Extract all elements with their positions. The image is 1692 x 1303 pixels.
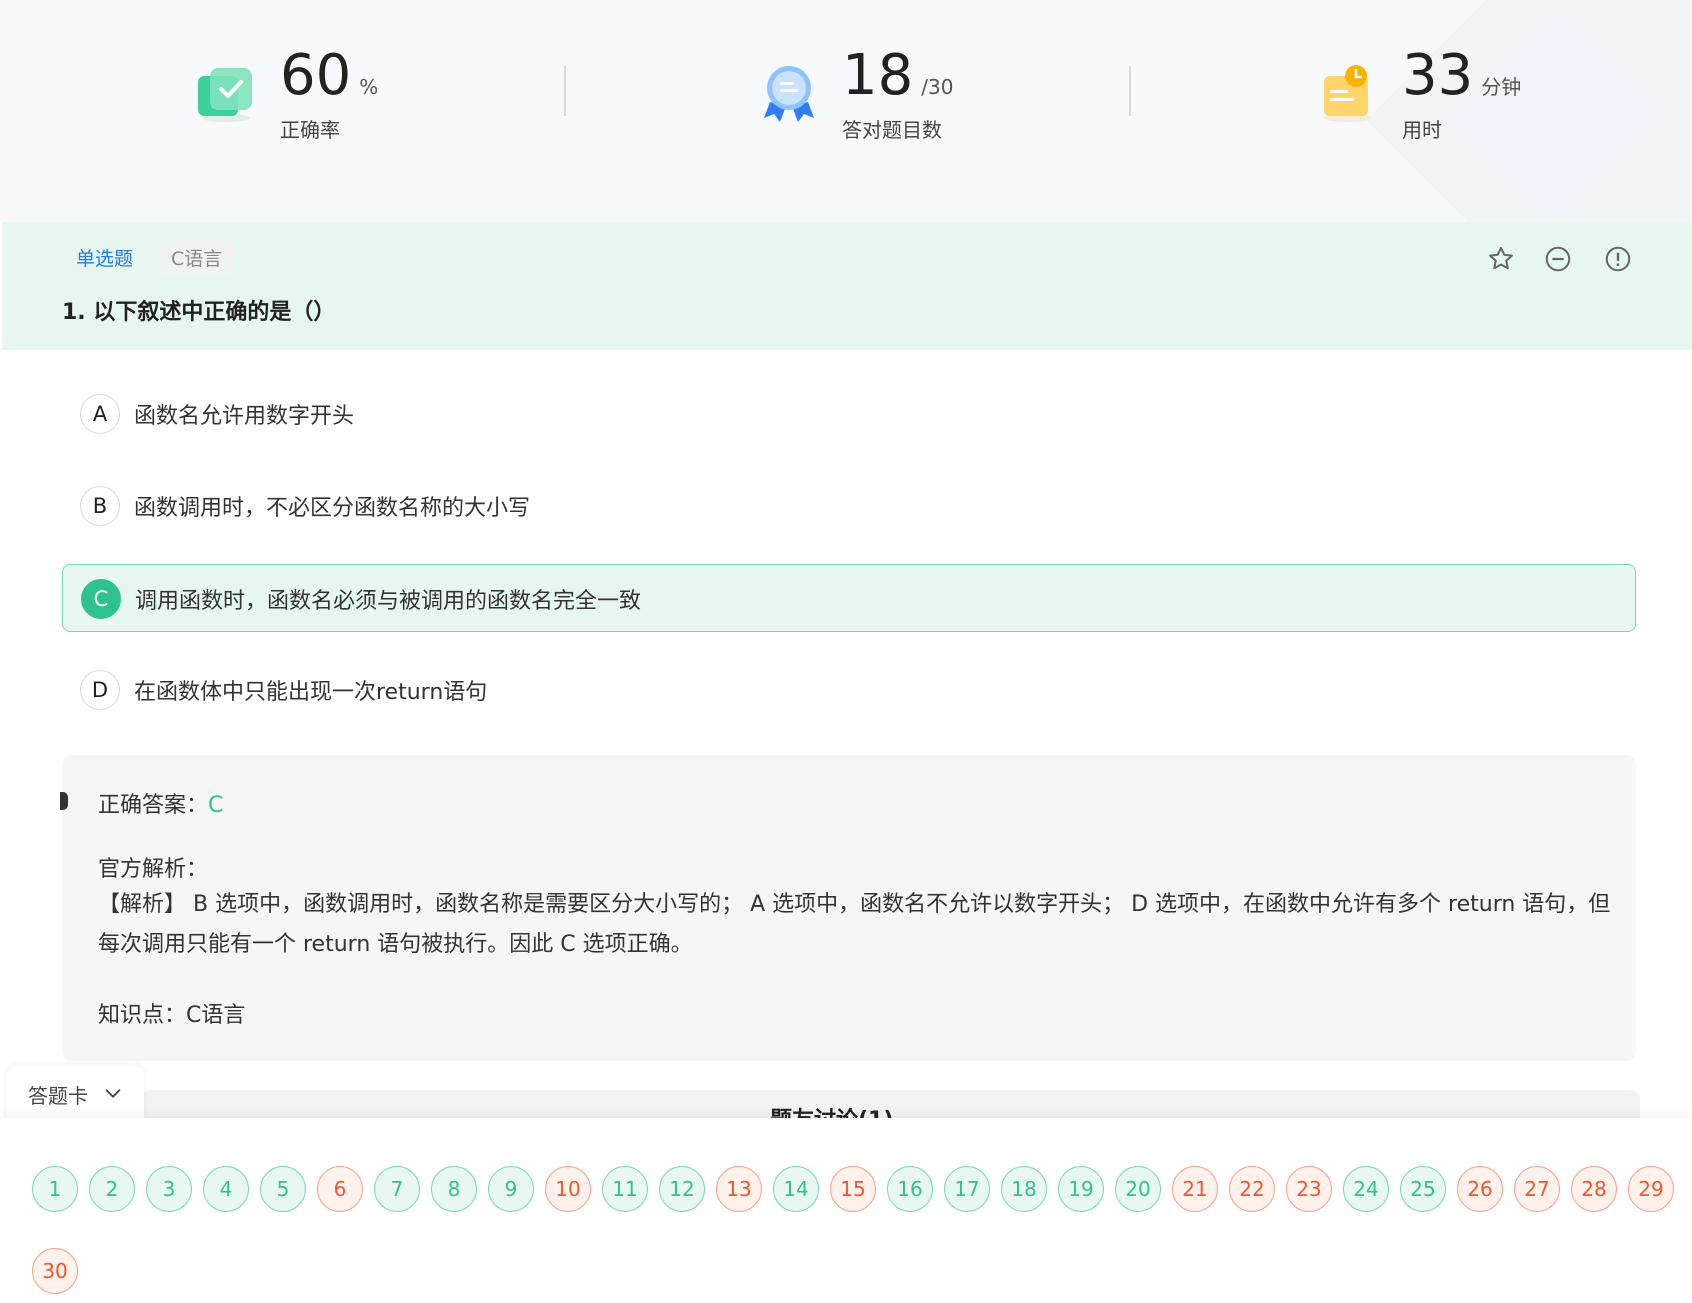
time-used-unit: 分钟 xyxy=(1481,75,1522,99)
time-used-label: 用时 xyxy=(1402,118,1442,142)
knowledge-point: 知识点：C语言 xyxy=(98,1003,246,1028)
correct-answer-label: 正确答案： xyxy=(98,793,209,818)
answer-card-item[interactable]: 14 xyxy=(773,1166,819,1212)
answer-analysis-panel: 正确答案：C 官方解析： 【解析】 B 选项中，函数调用时，函数名称是需要区分大… xyxy=(60,755,1636,1061)
official-analysis-label: 官方解析： xyxy=(98,857,209,882)
option-text: 函数调用时，不必区分函数名称的大小写 xyxy=(134,496,531,521)
question-header: 单选题 C语言 1. 以下叙述中正确的是（） xyxy=(2,222,1692,350)
option-letter: B xyxy=(80,486,120,526)
answer-card-item[interactable]: 7 xyxy=(374,1166,420,1212)
answer-card-item[interactable]: 18 xyxy=(1001,1166,1047,1212)
answer-card-item[interactable]: 22 xyxy=(1229,1166,1275,1212)
stats-divider xyxy=(564,66,566,116)
option-a[interactable]: A 函数名允许用数字开头 xyxy=(62,380,1636,448)
time-used-value: 33 xyxy=(1402,43,1474,108)
answer-card-item[interactable]: 5 xyxy=(260,1166,306,1212)
option-text: 函数名允许用数字开头 xyxy=(134,404,355,429)
answer-card-item[interactable]: 6 xyxy=(317,1166,363,1212)
question-type-tag: 单选题 xyxy=(64,242,146,276)
option-letter: A xyxy=(80,394,120,434)
answer-card-item[interactable]: 21 xyxy=(1172,1166,1218,1212)
answer-card-item[interactable]: 29 xyxy=(1628,1166,1674,1212)
answer-card-item[interactable]: 25 xyxy=(1400,1166,1446,1212)
minus-circle-icon[interactable] xyxy=(1543,244,1573,274)
answer-card-item[interactable]: 11 xyxy=(602,1166,648,1212)
stats-divider xyxy=(1129,66,1131,116)
correct-count-value: 18 xyxy=(842,43,914,108)
option-c[interactable]: C 调用函数时，函数名必须与被调用的函数名完全一致 xyxy=(62,564,1636,632)
option-letter: D xyxy=(80,670,120,710)
answer-card-item[interactable]: 10 xyxy=(545,1166,591,1212)
option-b[interactable]: B 函数调用时，不必区分函数名称的大小写 xyxy=(62,472,1636,540)
accuracy-value: 60 xyxy=(280,43,352,108)
correct-count-label: 答对题目数 xyxy=(842,118,942,142)
stats-header: 60% 正确率 18/30 答对题目数 33 分钟 用时 xyxy=(0,0,1692,222)
answer-card-item[interactable]: 3 xyxy=(146,1166,192,1212)
option-text: 调用函数时，函数名必须与被调用的函数名完全一致 xyxy=(135,589,642,614)
alert-circle-icon[interactable] xyxy=(1603,244,1633,274)
analysis-text: 【解析】 B 选项中，函数调用时，函数名称是需要区分大小写的； A 选项中，函数… xyxy=(98,892,1611,957)
answer-card-panel: 1 2 3 4 5 6 7 8 9 10 11 12 13 14 15 16 17 18 19 20 21 22 23 24 2… xyxy=(0,1118,1692,1303)
answer-card-label: 答题卡 xyxy=(28,1084,88,1108)
answer-card-item[interactable]: 26 xyxy=(1457,1166,1503,1212)
clock-note-icon xyxy=(1318,62,1380,124)
correct-answer-value: C xyxy=(208,793,224,818)
star-icon[interactable] xyxy=(1486,244,1516,274)
answer-card-item[interactable]: 15 xyxy=(830,1166,876,1212)
answer-card-item[interactable]: 20 xyxy=(1115,1166,1161,1212)
answer-card-item[interactable]: 24 xyxy=(1343,1166,1389,1212)
question-title: 1. 以下叙述中正确的是（） xyxy=(62,300,336,325)
option-letter: C xyxy=(81,579,121,619)
answer-card-toggle[interactable]: 答题卡 xyxy=(6,1066,144,1122)
answer-card-item[interactable]: 23 xyxy=(1286,1166,1332,1212)
answer-card-item[interactable]: 16 xyxy=(887,1166,933,1212)
answer-card-item[interactable]: 28 xyxy=(1571,1166,1617,1212)
answer-card-item[interactable]: 8 xyxy=(431,1166,477,1212)
answer-card-item[interactable]: 30 xyxy=(32,1248,78,1294)
accuracy-unit: % xyxy=(359,75,379,99)
subject-tag: C语言 xyxy=(159,242,235,276)
answer-card-item[interactable]: 27 xyxy=(1514,1166,1560,1212)
discussion-header[interactable]: 题友讨论(1) — xyxy=(140,1090,1640,1120)
accuracy-label: 正确率 xyxy=(280,118,340,142)
answer-card-item[interactable]: 19 xyxy=(1058,1166,1104,1212)
checkmark-card-icon xyxy=(196,62,258,124)
chevron-down-icon xyxy=(102,1082,124,1104)
answer-card-item[interactable]: 12 xyxy=(659,1166,705,1212)
answer-card-item[interactable]: 1 xyxy=(32,1166,78,1212)
practice-result-page: 60% 正确率 18/30 答对题目数 33 分钟 用时 单选题 C语言 1. … xyxy=(0,0,1692,1303)
answer-card-item[interactable]: 13 xyxy=(716,1166,762,1212)
answer-card-item[interactable]: 4 xyxy=(203,1166,249,1212)
answer-card-item[interactable]: 2 xyxy=(89,1166,135,1212)
option-d[interactable]: D 在函数体中只能出现一次return语句 xyxy=(62,656,1636,724)
option-text: 在函数体中只能出现一次return语句 xyxy=(134,680,488,705)
answer-card-item[interactable]: 17 xyxy=(944,1166,990,1212)
award-ribbon-icon xyxy=(758,62,820,124)
answer-card-item[interactable]: 9 xyxy=(488,1166,534,1212)
section-marker xyxy=(60,792,68,810)
correct-count-total: /30 xyxy=(921,75,954,99)
